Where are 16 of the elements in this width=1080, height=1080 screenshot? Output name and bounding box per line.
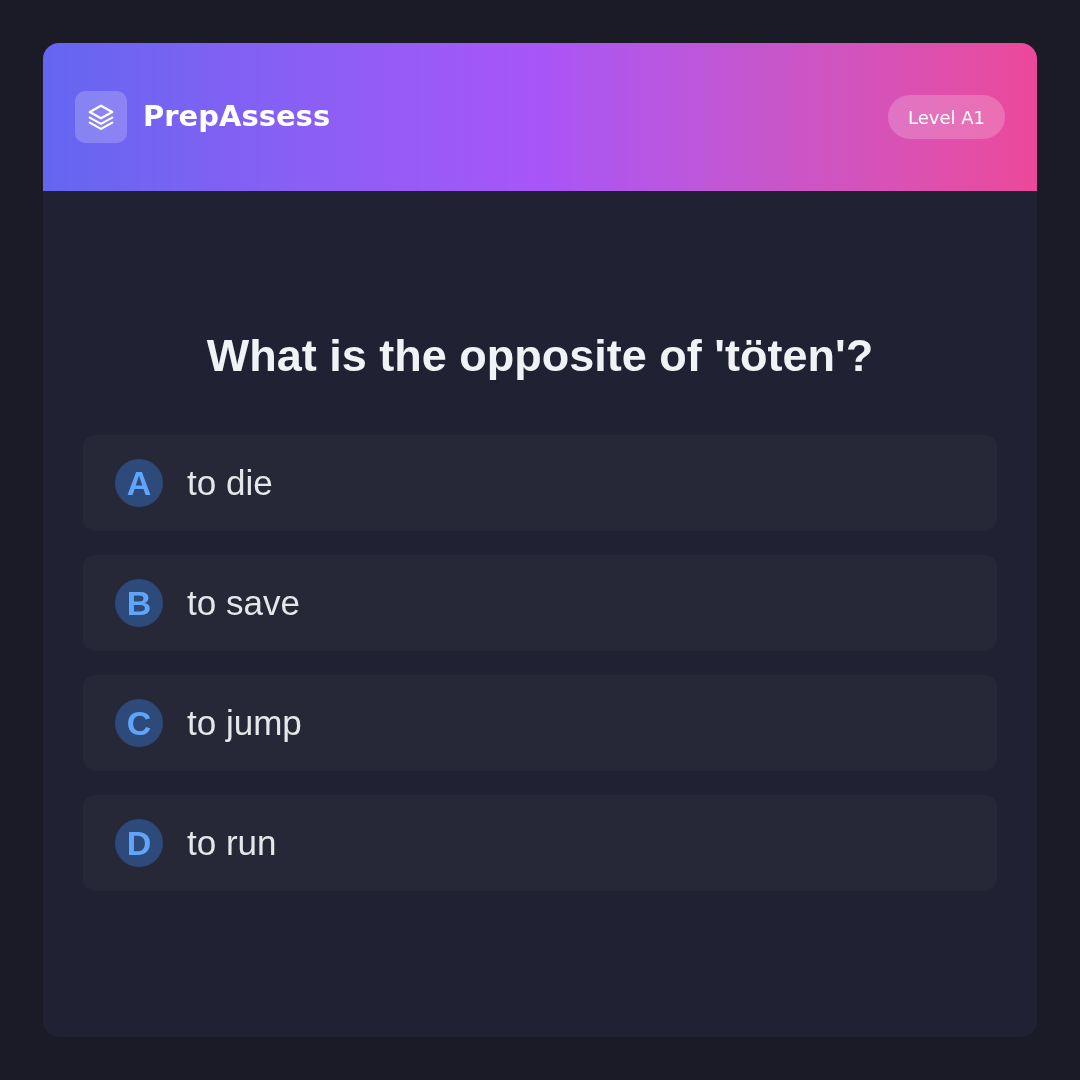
answer-option[interactable]: B to save	[83, 555, 997, 651]
answer-option[interactable]: C to jump	[83, 675, 997, 771]
layers-icon	[75, 91, 127, 143]
answer-option[interactable]: A to die	[83, 435, 997, 531]
question-text: What is the opposite of 'töten'?	[205, 329, 875, 383]
option-text: to jump	[187, 701, 302, 744]
level-badge: Level A1	[888, 95, 1005, 139]
option-letter: D	[115, 819, 163, 867]
option-text: to run	[187, 821, 277, 864]
option-text: to die	[187, 461, 273, 504]
option-text: to save	[187, 581, 300, 624]
answer-option[interactable]: D to run	[83, 795, 997, 891]
option-letter: B	[115, 579, 163, 627]
option-letter: C	[115, 699, 163, 747]
option-letter: A	[115, 459, 163, 507]
brand-name: PrepAssess	[143, 98, 331, 136]
